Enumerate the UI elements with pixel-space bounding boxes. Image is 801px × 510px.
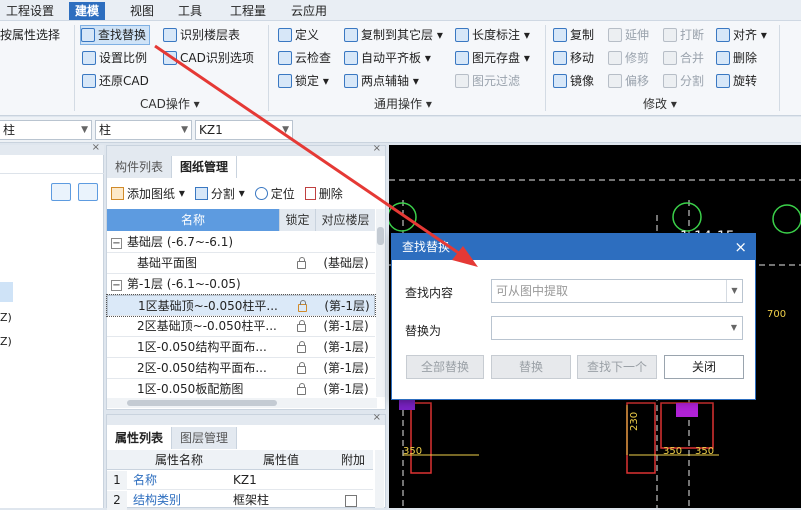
annotation-arrow-line <box>154 44 467 260</box>
annotation-arrow-layer <box>154 44 478 267</box>
annotation-arrow-head <box>452 246 478 267</box>
